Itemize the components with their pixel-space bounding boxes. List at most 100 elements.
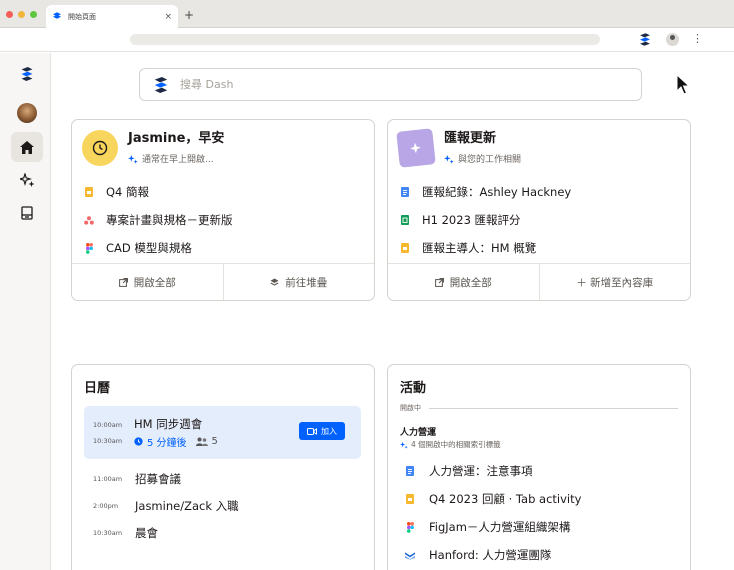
calendar-event[interactable]: 10:30am 晨會	[93, 525, 158, 541]
go-to-stack-button[interactable]: 前往堆疊	[222, 264, 375, 300]
avatar	[17, 103, 37, 123]
event-time: 10:30am	[93, 529, 123, 537]
list-item[interactable]: Q4 2023 回顧 · Tab activity	[405, 485, 680, 513]
dash-logo[interactable]	[11, 59, 43, 89]
list-item-label: FigJam－人力營運組織架構	[429, 520, 571, 534]
sparkle-icon	[400, 441, 408, 449]
activity-group-subtitle: 4 個開啟中的相關索引標籤	[411, 440, 501, 449]
open-all-button[interactable]: 開啟全部	[388, 264, 539, 300]
greeting-card-header: Jasmine，早安 通常在早上開啟...	[82, 130, 224, 166]
sidebar-item-stacks[interactable]	[11, 198, 43, 228]
tab-title: 開始頁面	[68, 12, 96, 21]
event-time: 2:00pm	[93, 502, 119, 510]
sparkle-badge-icon	[396, 128, 436, 168]
docs-icon	[405, 466, 415, 476]
stack-layers-icon	[270, 278, 279, 286]
updates-card: 匯報更新 與您的工作相關 匯報紀錄：Ashley Hackney H1 2023…	[387, 119, 691, 301]
list-item-label: 匯報主導人：HM 概覽	[422, 241, 537, 255]
sparkle-icon	[128, 154, 138, 164]
greeting-card-footer: 開啟全部 前往堆疊	[72, 263, 374, 300]
list-item-label: Q4 簡報	[106, 185, 150, 199]
external-link-icon	[434, 277, 444, 287]
browser-menu-icon[interactable]: ⋮	[692, 32, 703, 46]
dash-extension-icon[interactable]	[638, 33, 652, 46]
upcoming-event[interactable]: 10:00am 10:30am HM 同步週會 5 分鐘後 5 加入	[84, 406, 361, 459]
browser-tab[interactable]: 開始頁面 ×	[46, 5, 178, 28]
list-item[interactable]: H1 2023 匯報評分	[400, 206, 680, 234]
event-title: 招募會議	[135, 472, 181, 486]
updates-subtitle-row: 與您的工作相關	[444, 152, 521, 165]
list-item[interactable]: Hanford: 人力營運團隊	[405, 541, 680, 569]
event-title: Jasmine/Zack 入職	[135, 499, 239, 513]
event-meta: 5 分鐘後 5	[134, 434, 218, 449]
updates-card-header: 匯報更新 與您的工作相關	[396, 128, 521, 168]
sidebar-item-profile[interactable]	[11, 98, 43, 128]
search-input[interactable]	[180, 78, 620, 91]
list-item-label: CAD 模型與規格	[106, 241, 192, 255]
activity-item-list: 人力營運：注意事項 Q4 2023 回顧 · Tab activity FigJ…	[405, 457, 680, 569]
sparkle-icon	[444, 154, 454, 164]
event-start-time: 10:00am	[93, 421, 123, 429]
calendar-title: 日曆	[84, 381, 111, 396]
add-to-library-label: ＋ 新增至內容庫	[576, 276, 654, 289]
list-item[interactable]: 匯報主導人：HM 概覽	[400, 234, 680, 262]
list-item[interactable]: 匯報紀錄：Ashley Hackney	[400, 178, 680, 206]
clock-icon	[134, 437, 143, 446]
list-item[interactable]: 人力營運：注意事項	[405, 457, 680, 485]
asana-icon	[84, 215, 94, 225]
list-item-label: 專案計畫與規格－更新版	[106, 213, 233, 227]
calendar-event[interactable]: 2:00pm Jasmine/Zack 入職	[93, 498, 239, 514]
event-title: 晨會	[135, 526, 158, 540]
greeting-item-list: Q4 簡報 專案計畫與規格－更新版 CAD 模型與規格	[84, 178, 364, 262]
join-meeting-button[interactable]: 加入	[299, 422, 345, 440]
go-to-stack-label: 前往堆疊	[285, 276, 328, 289]
updates-subtitle: 與您的工作相關	[458, 155, 522, 165]
list-item[interactable]: 專案計畫與規格－更新版	[84, 206, 364, 234]
search-bar[interactable]	[139, 68, 642, 101]
stack-icon	[21, 206, 33, 220]
list-item[interactable]: Q4 簡報	[84, 178, 364, 206]
browser-toolbar: ⋮	[0, 28, 734, 52]
updates-title: 匯報更新	[444, 131, 497, 146]
close-window-button[interactable]	[6, 11, 13, 18]
slides-icon	[400, 243, 410, 253]
list-item-label: 匯報紀錄：Ashley Hackney	[422, 185, 572, 199]
mouse-cursor-icon	[676, 74, 690, 95]
event-time: 11:00am	[93, 475, 123, 483]
event-title: HM 同步週會	[134, 417, 203, 431]
open-all-label: 開啟全部	[133, 276, 176, 289]
activity-title: 活動	[400, 381, 427, 396]
new-tab-button[interactable]: +	[184, 8, 194, 22]
list-item[interactable]: CAD 模型與規格	[84, 234, 364, 262]
profile-avatar[interactable]	[666, 33, 679, 46]
clock-icon	[82, 130, 118, 166]
event-countdown: 5 分鐘後	[147, 438, 187, 449]
address-bar[interactable]	[130, 34, 600, 45]
calendar-card: 日曆 10:00am 10:30am HM 同步週會 5 分鐘後 5 加入 11…	[71, 364, 375, 570]
add-to-library-button[interactable]: ＋ 新增至內容庫	[538, 264, 691, 300]
greeting-title: Jasmine，早安	[128, 131, 225, 146]
list-item-label: Hanford: 人力營運團隊	[429, 548, 552, 562]
dropbox-logo-icon	[53, 12, 61, 19]
minimize-window-button[interactable]	[18, 11, 25, 18]
join-label: 加入	[321, 426, 337, 436]
event-end-time: 10:30am	[93, 437, 123, 445]
zoom-window-button[interactable]	[30, 11, 37, 18]
divider	[429, 407, 678, 409]
list-item[interactable]: FigJam－人力營運組織架構	[405, 513, 680, 541]
close-tab-icon[interactable]: ×	[164, 12, 172, 22]
sidebar-item-ai[interactable]	[11, 165, 43, 195]
activity-group-title: 人力營運	[400, 428, 437, 438]
calendar-event[interactable]: 11:00am 招募會議	[93, 471, 181, 487]
attendees-icon	[195, 437, 208, 446]
sidebar-item-home[interactable]	[11, 132, 43, 162]
docs-icon	[400, 187, 410, 197]
open-section-divider: 開啟中	[400, 403, 678, 413]
slides-icon	[84, 187, 94, 197]
dash-logo-icon	[21, 67, 33, 81]
sheets-icon	[400, 215, 410, 225]
list-item-label: 人力營運：注意事項	[429, 464, 533, 478]
event-attendees-count: 5	[211, 436, 218, 447]
open-all-button[interactable]: 開啟全部	[72, 264, 223, 300]
browser-titlebar: 開始頁面 × +	[0, 0, 734, 28]
